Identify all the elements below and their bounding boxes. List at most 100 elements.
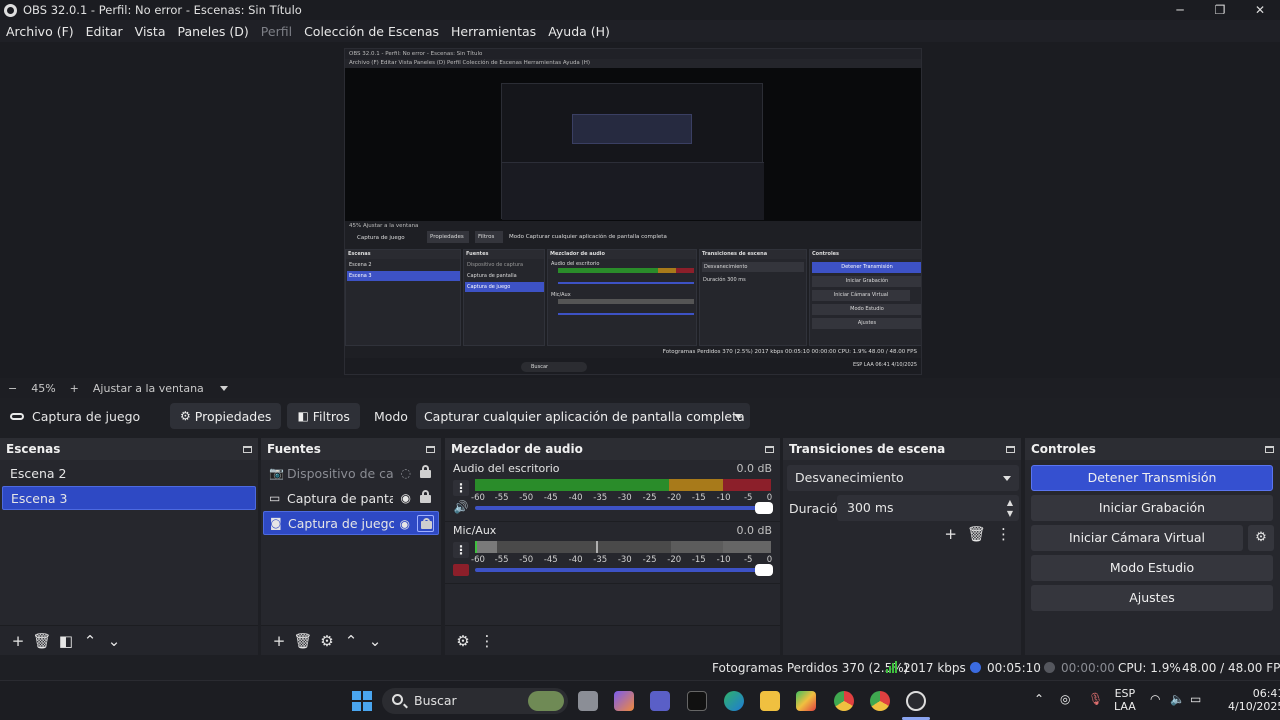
filter-icon: ◧	[297, 409, 309, 423]
add-icon[interactable]: +	[267, 632, 291, 650]
microphone-icon[interactable]: 🎙	[1088, 693, 1103, 706]
gamepad-icon	[10, 412, 24, 420]
source-item[interactable]: 📷 Dispositivo de captura ◌	[263, 461, 439, 485]
menu-archivo[interactable]: Archivo (F)	[6, 24, 74, 39]
kebab-menu-icon[interactable]: ⋮	[453, 480, 469, 496]
task-view-icon[interactable]	[578, 691, 598, 711]
kebab-menu-icon[interactable]: ⋮	[475, 632, 499, 650]
battery-icon[interactable]: ▭	[1190, 693, 1201, 706]
kebab-menu-icon[interactable]: ⋮	[996, 525, 1011, 543]
undock-icon[interactable]	[1006, 445, 1015, 453]
start-recording-button[interactable]: Iniciar Grabación	[1031, 495, 1273, 521]
tray-app-icon[interactable]: ◎	[1060, 693, 1070, 706]
lock-icon[interactable]	[420, 465, 431, 478]
eye-hidden-icon[interactable]: ◌	[401, 466, 411, 480]
chrome-profile-icon[interactable]	[870, 691, 890, 711]
undock-icon[interactable]	[426, 445, 435, 453]
add-icon[interactable]: +	[944, 525, 957, 543]
gear-icon[interactable]: ⚙	[315, 632, 339, 650]
mixer-channel-mic: Mic/Aux 0.0 dB ⋮ -60 -55 -50 -45 -40 -35…	[445, 522, 780, 584]
preview-nested-scene2: Escena 2	[349, 262, 372, 268]
source-item-selected[interactable]: ◙ Captura de juego ◉	[263, 511, 439, 535]
settings-button[interactable]: Ajustes	[1031, 585, 1273, 611]
zoom-dropdown-icon[interactable]	[219, 385, 228, 391]
volume-icon[interactable]: 🔈	[1170, 693, 1185, 706]
file-explorer-icon[interactable]	[760, 691, 780, 711]
transition-dropdown[interactable]: Desvanecimiento	[787, 465, 1019, 491]
filters-button[interactable]: ◧ Filtros	[287, 403, 360, 429]
clock[interactable]: 06:414/10/2025	[1228, 687, 1280, 713]
lock-icon[interactable]	[417, 515, 434, 532]
advanced-audio-icon[interactable]: ⚙	[451, 632, 475, 650]
menu-ayuda[interactable]: Ayuda (H)	[548, 24, 610, 39]
minimize-button[interactable]: ─	[1160, 0, 1200, 20]
chevron-up-icon[interactable]: ⌃	[339, 632, 363, 650]
menu-vista[interactable]: Vista	[135, 24, 166, 39]
spin-arrows-icon[interactable]: ▲ ▼	[1007, 497, 1013, 519]
menu-paneles[interactable]: Paneles (D)	[178, 24, 249, 39]
muted-speaker-icon[interactable]	[453, 564, 469, 576]
chevron-down-icon[interactable]: ⌄	[102, 632, 126, 650]
start-virtual-cam-button[interactable]: Iniciar Cámara Virtual	[1031, 525, 1243, 551]
kebab-menu-icon[interactable]: ⋮	[453, 542, 469, 558]
fps-indicator: 48.00 / 48.00 FPS	[1182, 661, 1280, 675]
chrome-icon[interactable]	[834, 691, 854, 711]
source-item[interactable]: ▭ Captura de pantalla ◉	[263, 486, 439, 510]
lock-icon[interactable]	[420, 490, 431, 503]
preview-area[interactable]: OBS 32.0.1 - Perfil: No error - Escenas:…	[0, 42, 1280, 378]
slider-handle[interactable]	[755, 564, 773, 576]
filter-icon[interactable]: ◧	[54, 632, 78, 650]
wifi-icon[interactable]: ◠	[1150, 693, 1160, 706]
chevron-down-icon[interactable]: ⌄	[363, 632, 387, 650]
preview-canvas[interactable]: OBS 32.0.1 - Perfil: No error - Escenas:…	[344, 48, 922, 375]
scene-item-selected[interactable]: Escena 3	[2, 486, 256, 510]
tray-overflow-icon[interactable]: ⌃	[1034, 693, 1044, 706]
studio-mode-button[interactable]: Modo Estudio	[1031, 555, 1273, 581]
windows-start-icon[interactable]	[352, 691, 372, 711]
zoom-out-button[interactable]: −	[8, 382, 17, 395]
undock-icon[interactable]	[765, 445, 774, 453]
source-label: Captura de juego	[288, 515, 394, 531]
preview-nested-docks: 45% Ajustar a la ventana Captura de jueg…	[345, 221, 921, 374]
stop-stream-button[interactable]: Detener Transmisión	[1031, 465, 1273, 491]
gear-icon[interactable]: ⚙	[1248, 525, 1274, 551]
preview-nested-tray: ESP LAA 06:41 4/10/2025	[852, 362, 917, 368]
preview-nested-props: Propiedades	[427, 231, 469, 243]
language-indicator[interactable]: ESP LAA	[1114, 687, 1136, 713]
volume-slider[interactable]	[475, 502, 773, 514]
teams-icon[interactable]	[650, 691, 670, 711]
obs-taskbar-icon[interactable]	[906, 691, 926, 711]
slider-handle[interactable]	[755, 502, 773, 514]
epic-games-icon[interactable]	[687, 691, 707, 711]
fit-window-label[interactable]: Ajustar a la ventana	[93, 382, 204, 395]
undock-icon[interactable]	[243, 445, 252, 453]
taskbar-search[interactable]: Buscar	[382, 688, 568, 714]
trash-icon[interactable]: 🗑	[967, 525, 986, 543]
trash-icon[interactable]: 🗑	[30, 632, 54, 650]
preview-recursive-docks	[502, 162, 764, 220]
record-time: 00:00:00	[1061, 661, 1115, 675]
zoom-in-button[interactable]: +	[70, 382, 79, 395]
mode-dropdown[interactable]: Capturar cualquier aplicación de pantall…	[415, 403, 750, 429]
maximize-button[interactable]: ❐	[1200, 0, 1240, 20]
trash-icon[interactable]: 🗑	[291, 632, 315, 650]
properties-button[interactable]: ⚙ Propiedades	[170, 403, 282, 429]
close-button[interactable]: ✕	[1240, 0, 1280, 20]
eye-icon[interactable]: ◉	[400, 517, 410, 531]
volume-slider[interactable]	[475, 564, 773, 576]
copilot-icon[interactable]	[614, 691, 634, 711]
edge-icon[interactable]	[724, 691, 744, 711]
speaker-icon[interactable]: 🔊	[453, 500, 469, 514]
eye-icon[interactable]: ◉	[401, 491, 411, 505]
menu-perfil[interactable]: Perfil	[261, 24, 292, 39]
undock-icon[interactable]	[1265, 445, 1274, 453]
bluestacks-icon[interactable]	[796, 691, 816, 711]
duration-spinbox[interactable]: 300 ms ▲ ▼	[837, 495, 1019, 521]
chevron-up-icon[interactable]: ⌃	[78, 632, 102, 650]
menu-editar[interactable]: Editar	[86, 24, 123, 39]
menu-herramientas[interactable]: Herramientas	[451, 24, 536, 39]
preview-nested-c2: Iniciar Grabación	[812, 276, 921, 287]
scene-item[interactable]: Escena 2	[2, 461, 256, 485]
menu-coleccion-escenas[interactable]: Colección de Escenas	[304, 24, 439, 39]
add-icon[interactable]: +	[6, 632, 30, 650]
